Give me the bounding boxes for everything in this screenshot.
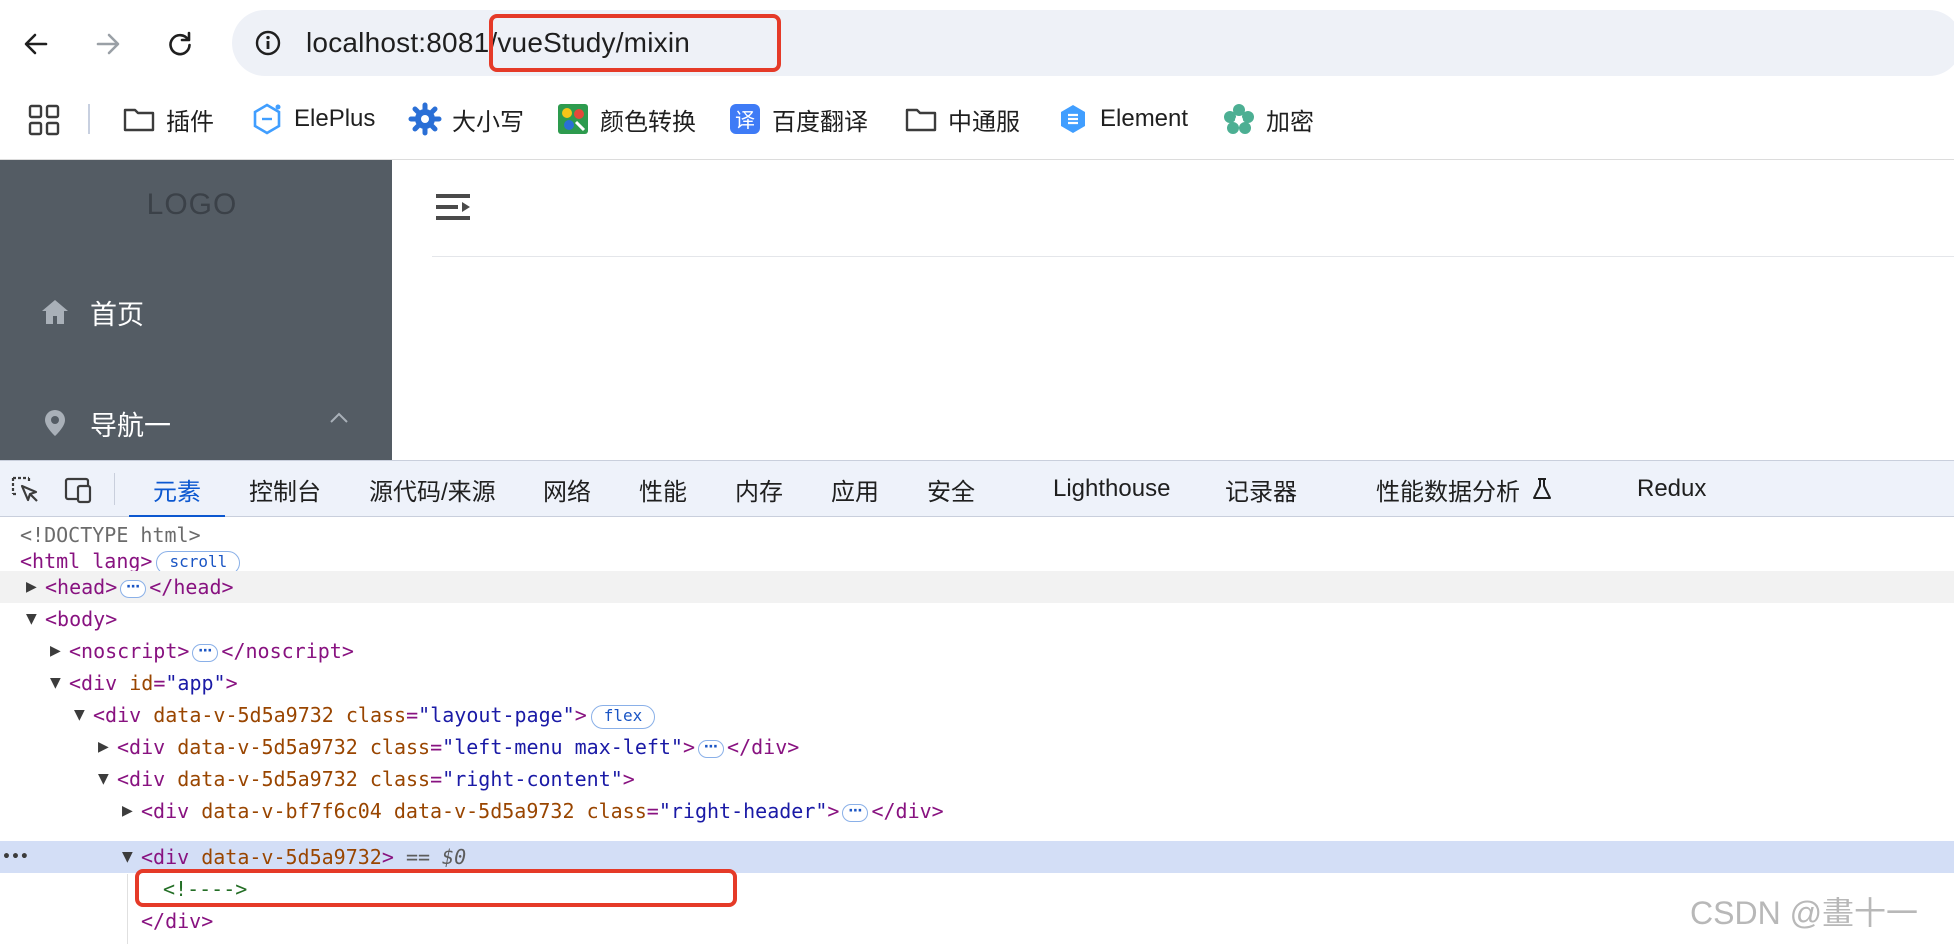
collapse-triangle-icon[interactable]: ▼ [98,763,118,795]
tab-elements[interactable]: 元素 [129,461,225,518]
bookmarks-separator [88,104,90,134]
collapse-triangle-icon[interactable]: ▼ [74,699,94,731]
hexagon-icon [1056,102,1090,136]
bookmark-color-convert[interactable]: 颜色转换 [556,99,696,139]
flower-icon [1222,102,1256,136]
selected-node-marker: == $0 [405,845,467,869]
url-path-highlight [489,14,781,72]
folder-icon [904,102,938,136]
dom-node-right-header[interactable]: ▶ <div data-v-bf7f6c04 data-v-5d5a9732 c… [0,795,1954,827]
collapsed-dots-badge[interactable]: ⋯ [192,643,219,662]
collapsed-dots-badge[interactable]: ⋯ [698,739,725,758]
apps-grid-icon[interactable] [28,104,60,136]
tab-sources[interactable]: 源代码/来源 [369,461,496,517]
tab-redux[interactable]: Redux [1637,461,1706,517]
reload-button[interactable] [158,22,202,66]
flex-badge[interactable]: flex [590,704,656,729]
dom-node-div-close[interactable]: </div> [0,905,1954,937]
dom-node-head[interactable]: ▶ <head> ⋯ </head> [0,571,1954,603]
expand-triangle-icon[interactable]: ▶ [122,795,142,827]
back-button[interactable] [14,22,58,66]
menu-item-nav-one[interactable]: 导航一 [0,393,392,453]
dom-node-layout-page[interactable]: ▼ <div data-v-5d5a9732 class="layout-pag… [0,699,1954,731]
dom-node-left-menu[interactable]: ▶ <div data-v-5d5a9732 class="left-menu … [0,731,1954,763]
tab-console[interactable]: 控制台 [249,461,321,517]
comment-node-highlight [135,869,737,907]
home-icon [40,297,70,327]
tab-memory[interactable]: 内存 [735,461,783,517]
location-icon [40,408,70,438]
tab-security[interactable]: 安全 [927,461,975,517]
menu-collapse-icon[interactable] [434,190,474,224]
tab-recorder[interactable]: 记录器 [1225,461,1297,517]
toolbar-separator [114,473,115,505]
bookmark-encrypt[interactable]: 加密 [1222,99,1314,139]
tab-lighthouse[interactable]: Lighthouse [1053,461,1170,517]
bookmark-zhongtongfu[interactable]: 中通服 [904,99,1020,139]
tab-network[interactable]: 网络 [543,461,591,517]
tab-performance-insights[interactable]: 性能数据分析 [1376,461,1554,517]
folder-icon [122,102,156,136]
dom-node-body[interactable]: ▼ <body> [0,603,1954,635]
chevron-up-icon [330,412,348,423]
info-circle-icon [255,30,281,56]
tab-performance[interactable]: 性能 [639,461,687,517]
bookmark-case-converter[interactable]: 大小写 [408,99,524,139]
left-menu: LOGO 首页 导航一 [0,160,392,460]
collapsed-dots-badge[interactable]: ⋯ [120,579,147,598]
menu-item-label: 首页 [90,299,144,330]
collapse-triangle-icon[interactable]: ▼ [122,841,142,873]
browser-toolbar: localhost:8081/vueStudy/mixin [0,0,1954,88]
expand-triangle-icon[interactable]: ▶ [26,571,46,603]
page-viewport: LOGO 首页 导航一 [0,160,1954,460]
more-actions-icon[interactable]: ••• [2,841,29,873]
header-divider [432,256,1954,257]
device-toolbar-icon[interactable] [62,475,94,505]
bookmark-plugins[interactable]: 插件 [122,99,214,139]
collapsed-dots-badge[interactable]: ⋯ [842,803,869,822]
palette-icon [556,102,590,136]
site-info-button[interactable] [250,25,286,61]
menu-item-home[interactable]: 首页 [0,282,392,342]
indent-guide [127,874,128,944]
bookmark-baidu-translate[interactable]: 译 百度翻译 [728,99,868,139]
collapse-triangle-icon[interactable]: ▼ [26,603,46,635]
menu-item-label: 导航一 [90,410,171,441]
reload-icon [169,31,191,56]
svg-text:译: 译 [735,108,755,132]
bookmark-element[interactable]: Element [1056,99,1188,139]
forward-button[interactable] [86,22,130,66]
collapse-triangle-icon[interactable]: ▼ [50,667,70,699]
watermark: CSDN @畫十一 [1690,895,1919,931]
dom-node-noscript[interactable]: ▶ <noscript> ⋯ </noscript> [0,635,1954,667]
logo: LOGO [146,188,238,221]
dom-node-div-app[interactable]: ▼ <div id="app"> [0,667,1954,699]
bookmark-eleplus[interactable]: ElePlus [250,99,375,139]
hexagon-icon [250,102,284,136]
expand-triangle-icon[interactable]: ▶ [50,635,70,667]
devtools-tabbar: 元素 控制台 源代码/来源 网络 性能 内存 应用 安全 Lighthouse … [0,460,1954,518]
flask-icon [1533,478,1551,499]
gear-icon [408,102,442,136]
tab-application[interactable]: 应用 [831,461,879,517]
expand-triangle-icon[interactable]: ▶ [98,731,118,763]
arrow-left-icon [24,33,48,55]
translate-icon: 译 [728,102,762,136]
arrow-right-icon [96,33,120,55]
dom-node-right-content[interactable]: ▼ <div data-v-5d5a9732 class="right-cont… [0,763,1954,795]
select-element-icon[interactable] [10,475,42,505]
